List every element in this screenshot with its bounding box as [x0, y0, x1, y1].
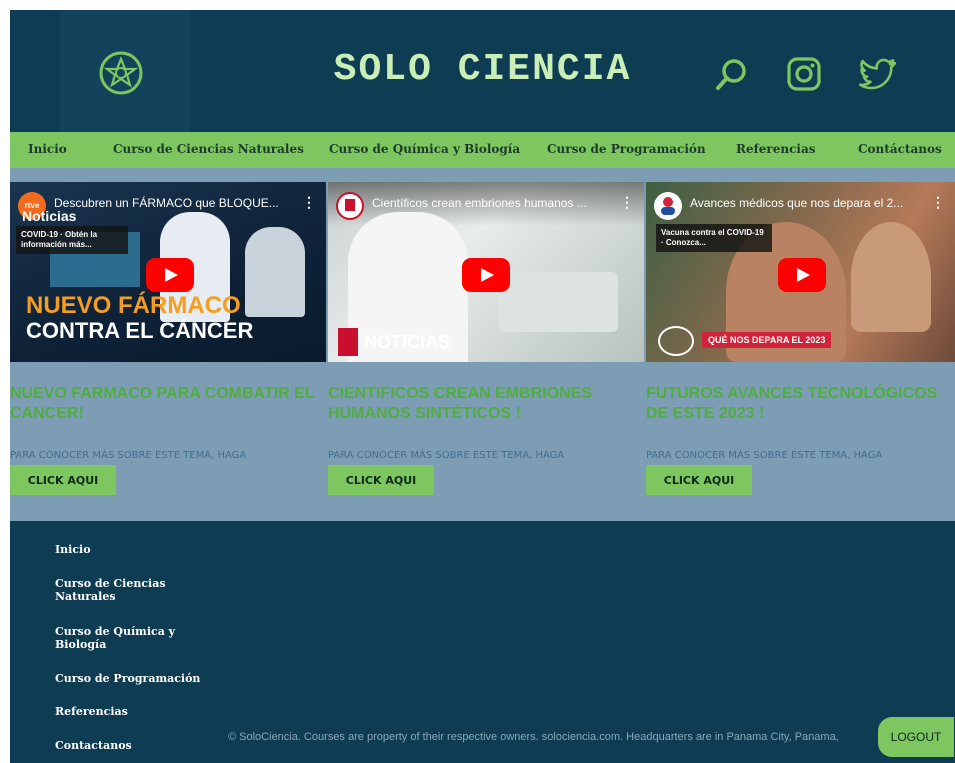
footer-link-referencias[interactable]: Referencias [55, 705, 205, 718]
thumbnail-badge: QUÉ NOS DEPARA EL 2023 [702, 332, 832, 348]
click-aqui-button[interactable]: CLICK AQUI [10, 465, 116, 495]
video-thumbnail-figure [245, 227, 305, 317]
video-thumbnail-face [851, 222, 931, 332]
nav-item-inicio[interactable]: Inicio [28, 142, 67, 156]
footer-link-inicio[interactable]: Inicio [55, 543, 205, 556]
channel-avatar [336, 192, 364, 220]
more-options-icon[interactable]: ⋮ [620, 194, 634, 211]
more-options-icon[interactable]: ⋮ [931, 194, 945, 211]
content-area: rtve Noticias Descubren un FÁRMACO que B… [10, 168, 955, 521]
video-title: Avances médicos que nos depara el 2... [690, 196, 904, 210]
info-card[interactable]: COVID-19 · Obtén la información más... [16, 226, 128, 254]
footer-link-programacion[interactable]: Curso de Programación [55, 672, 205, 685]
twitter-icon[interactable] [858, 54, 898, 94]
instagram-icon[interactable] [784, 54, 824, 94]
browser-top-strip [0, 0, 955, 10]
telemundo-logo-icon [338, 328, 358, 356]
video-title: Científicos crean embriones humanos ... [372, 196, 587, 210]
site-footer: Inicio Curso de Ciencias Naturales Curso… [10, 521, 955, 763]
thumbnail-headline: CONTRA EL CÁNCER [26, 318, 254, 343]
logout-button[interactable]: LOGOUT [878, 717, 954, 757]
video-embed-avances[interactable]: Avances médicos que nos depara el 2... ⋮… [646, 182, 955, 362]
thumbnail-headline: NUEVO FÁRMACO [26, 292, 241, 319]
article-subtitle: PARA CONOCER MÁS SOBRE ESTE TEMA, HAGA [10, 450, 247, 461]
article-subtitle: PARA CONOCER MÁS SOBRE ESTE TEMA, HAGA [328, 450, 565, 461]
click-aqui-button[interactable]: CLICK AQUI [646, 465, 752, 495]
footer-link-ciencias-naturales[interactable]: Curso de Ciencias Naturales [55, 577, 175, 603]
channel-overlay-text: Noticias [22, 208, 77, 224]
nav-item-programacion[interactable]: Curso de Programación [547, 142, 706, 156]
channel-avatar [654, 192, 682, 220]
info-card[interactable]: Vacuna contra el COVID-19 · Conozca... [656, 224, 772, 252]
page-left-edge [0, 10, 10, 763]
main-nav: Inicio Curso de Ciencias Naturales Curso… [10, 132, 955, 168]
play-icon[interactable] [146, 258, 194, 292]
play-icon[interactable] [778, 258, 826, 292]
article-subtitle: PARA CONOCER MÁS SOBRE ESTE TEMA, HAGA [646, 450, 883, 461]
more-options-icon[interactable]: ⋮ [302, 194, 316, 211]
nav-item-contactanos[interactable]: Contáctanos [858, 142, 942, 156]
click-aqui-button[interactable]: CLICK AQUI [328, 465, 434, 495]
article-title: CIENTIFICOS CREAN EMBRIONES HUMANOS SINT… [328, 385, 593, 422]
play-icon[interactable] [462, 258, 510, 292]
video-thumbnail-equipment [498, 272, 618, 332]
nav-item-referencias[interactable]: Referencias [736, 142, 815, 156]
video-embed-farmaco[interactable]: rtve Noticias Descubren un FÁRMACO que B… [10, 182, 326, 362]
footer-link-quimica-biologia[interactable]: Curso de Química y Biología [55, 625, 185, 651]
search-icon[interactable] [712, 54, 752, 94]
footer-link-contactanos[interactable]: Contactanos [55, 739, 205, 752]
sole-sol-logo-icon [658, 326, 694, 356]
nav-item-quimica-biologia[interactable]: Curso de Química y Biología [329, 142, 520, 156]
video-title: Descubren un FÁRMACO que BLOQUE... [54, 196, 279, 210]
page: SOLO CIENCIA Inicio Curso de Ciencias Na… [0, 0, 955, 763]
video-embed-embriones[interactable]: Científicos crean embriones humanos ... … [328, 182, 644, 362]
copyright-text: © SoloCiencia. Courses are property of t… [228, 731, 839, 743]
thumbnail-headline: NOTICIAS [364, 332, 451, 352]
article-title: NUEVO FARMACO PARA COMBATIR EL CANCER! [10, 385, 315, 422]
nav-item-ciencias-naturales[interactable]: Curso de Ciencias Naturales [113, 142, 304, 156]
site-header: SOLO CIENCIA [10, 10, 955, 132]
article-title: FUTUROS AVANCES TECNOLÓGICOS DE ESTE 202… [646, 385, 938, 422]
